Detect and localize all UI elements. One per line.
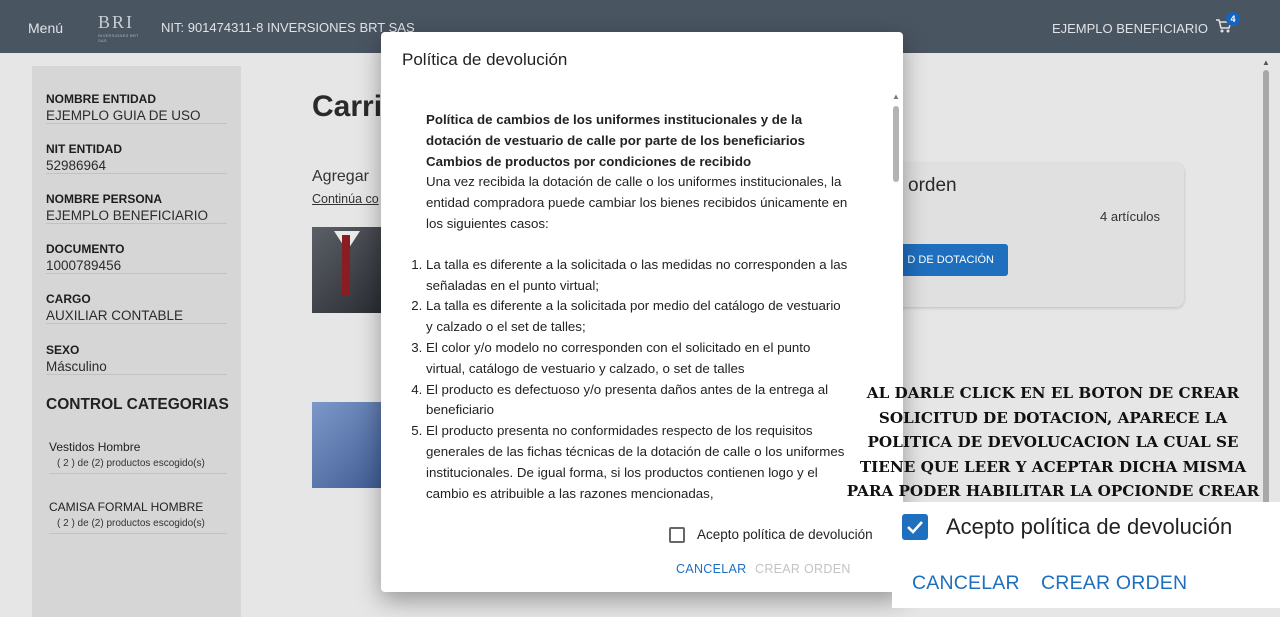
field-value: AUXILIAR CONTABLE	[46, 308, 184, 323]
policy-case: La talla es diferente a la solicitada o …	[426, 255, 849, 297]
scroll-up-icon[interactable]: ▲	[1262, 58, 1270, 67]
return-policy-dialog: Política de devolución Política de cambi…	[381, 32, 903, 592]
field-value: 1000789456	[46, 258, 122, 273]
company-logo: BRI INVERSIONES BRT SAS	[98, 12, 144, 44]
continue-shopping-link[interactable]: Continúa co	[312, 192, 379, 206]
field-value: EJEMPLO GUIA DE USO	[46, 108, 201, 123]
checkbox-checked-icon[interactable]	[902, 514, 928, 540]
zoomed-dialog-footer: Acepto política de devolución CANCELAR C…	[892, 502, 1280, 608]
category-item: CAMISA FORMAL HOMBRE ( 2 ) de (2) produc…	[49, 500, 227, 534]
add-products-heading: Agregar	[312, 168, 369, 185]
cancel-button[interactable]: CANCELAR	[912, 572, 1020, 595]
field-position: CARGO AUXILIAR CONTABLE	[46, 292, 227, 324]
cancel-button[interactable]: CANCELAR	[676, 562, 746, 576]
field-document: DOCUMENTO 1000789456	[46, 242, 227, 274]
create-order-button[interactable]: CREAR ORDEN	[1041, 572, 1187, 595]
checkbox-unchecked-icon[interactable]	[669, 527, 685, 543]
field-value: EJEMPLO BENEFICIARIO	[46, 208, 209, 223]
policy-intro: Una vez recibida la dotación de calle o …	[426, 174, 848, 231]
product-image-suit	[312, 227, 382, 313]
policy-case: El producto presenta no conformidades re…	[426, 421, 849, 504]
beneficiary-sidebar: NOMBRE ENTIDAD EJEMPLO GUIA DE USO NIT E…	[32, 66, 241, 617]
category-name: CAMISA FORMAL HOMBRE	[49, 500, 204, 514]
page-title: Carri	[312, 90, 383, 123]
field-label: SEXO	[46, 343, 80, 357]
accept-policy-checkbox[interactable]: Acepto política de devolución	[669, 525, 889, 547]
company-nit: NIT: 901474311-8 INVERSIONES BRT SAS	[161, 20, 415, 35]
tie-shape	[342, 235, 350, 295]
field-label: CARGO	[46, 292, 91, 306]
accept-policy-label[interactable]: Acepto política de devolución	[697, 527, 873, 542]
dialog-title: Política de devolución	[402, 50, 568, 69]
policy-subheading: Cambios de productos por condiciones de …	[426, 153, 752, 169]
policy-case: El producto es defectuoso y/o presenta d…	[426, 380, 849, 422]
field-label: NIT ENTIDAD	[46, 142, 122, 156]
product-image-shirt	[312, 402, 382, 488]
category-count: ( 2 ) de (2) productos escogido(s)	[57, 518, 205, 529]
create-dotation-request-button[interactable]: D DE DOTACIÓN	[896, 244, 1008, 276]
order-summary-title: orden	[908, 175, 957, 196]
policy-cases-list: La talla es diferente a la solicitada o …	[407, 255, 849, 505]
user-name[interactable]: EJEMPLO BENEFICIARIO	[1052, 21, 1208, 36]
category-count: ( 2 ) de (2) productos escogido(s)	[57, 458, 205, 469]
category-item: Vestidos Hombre ( 2 ) de (2) productos e…	[49, 440, 227, 474]
policy-case: La talla es diferente a la solicitada po…	[426, 296, 849, 338]
field-sex: SEXO Másculino	[46, 343, 227, 375]
policy-heading: Política de cambios de los uniformes ins…	[426, 112, 806, 148]
scroll-up-icon[interactable]: ▲	[892, 92, 900, 101]
field-entity-nit: NIT ENTIDAD 52986964	[46, 142, 227, 174]
policy-content: Política de cambios de los uniformes ins…	[407, 110, 849, 508]
control-categories-title: CONTROL CATEGORIAS	[46, 396, 229, 413]
accept-policy-label[interactable]: Acepto política de devolución	[946, 514, 1232, 540]
field-label: DOCUMENTO	[46, 242, 125, 256]
policy-case: El color y/o modelo no corresponden con …	[426, 338, 849, 380]
field-label: NOMBRE ENTIDAD	[46, 92, 156, 106]
logo-mark: BRI	[98, 12, 135, 32]
logo-subtitle: INVERSIONES BRT SAS	[98, 33, 139, 43]
create-order-button[interactable]: CREAR ORDEN	[755, 562, 851, 576]
field-entity-name: NOMBRE ENTIDAD EJEMPLO GUIA DE USO	[46, 92, 227, 124]
menu-button[interactable]: Menú	[28, 20, 63, 36]
cart-count-badge: 4	[1226, 12, 1240, 26]
field-person-name: NOMBRE PERSONA EJEMPLO BENEFICIARIO	[46, 192, 227, 224]
category-name: Vestidos Hombre	[49, 440, 141, 454]
order-item-count: 4 artículos	[1100, 209, 1160, 224]
field-label: NOMBRE PERSONA	[46, 192, 163, 206]
field-value: 52986964	[46, 158, 107, 173]
field-value: Másculino	[46, 359, 107, 374]
scrollbar-thumb[interactable]	[893, 106, 899, 182]
